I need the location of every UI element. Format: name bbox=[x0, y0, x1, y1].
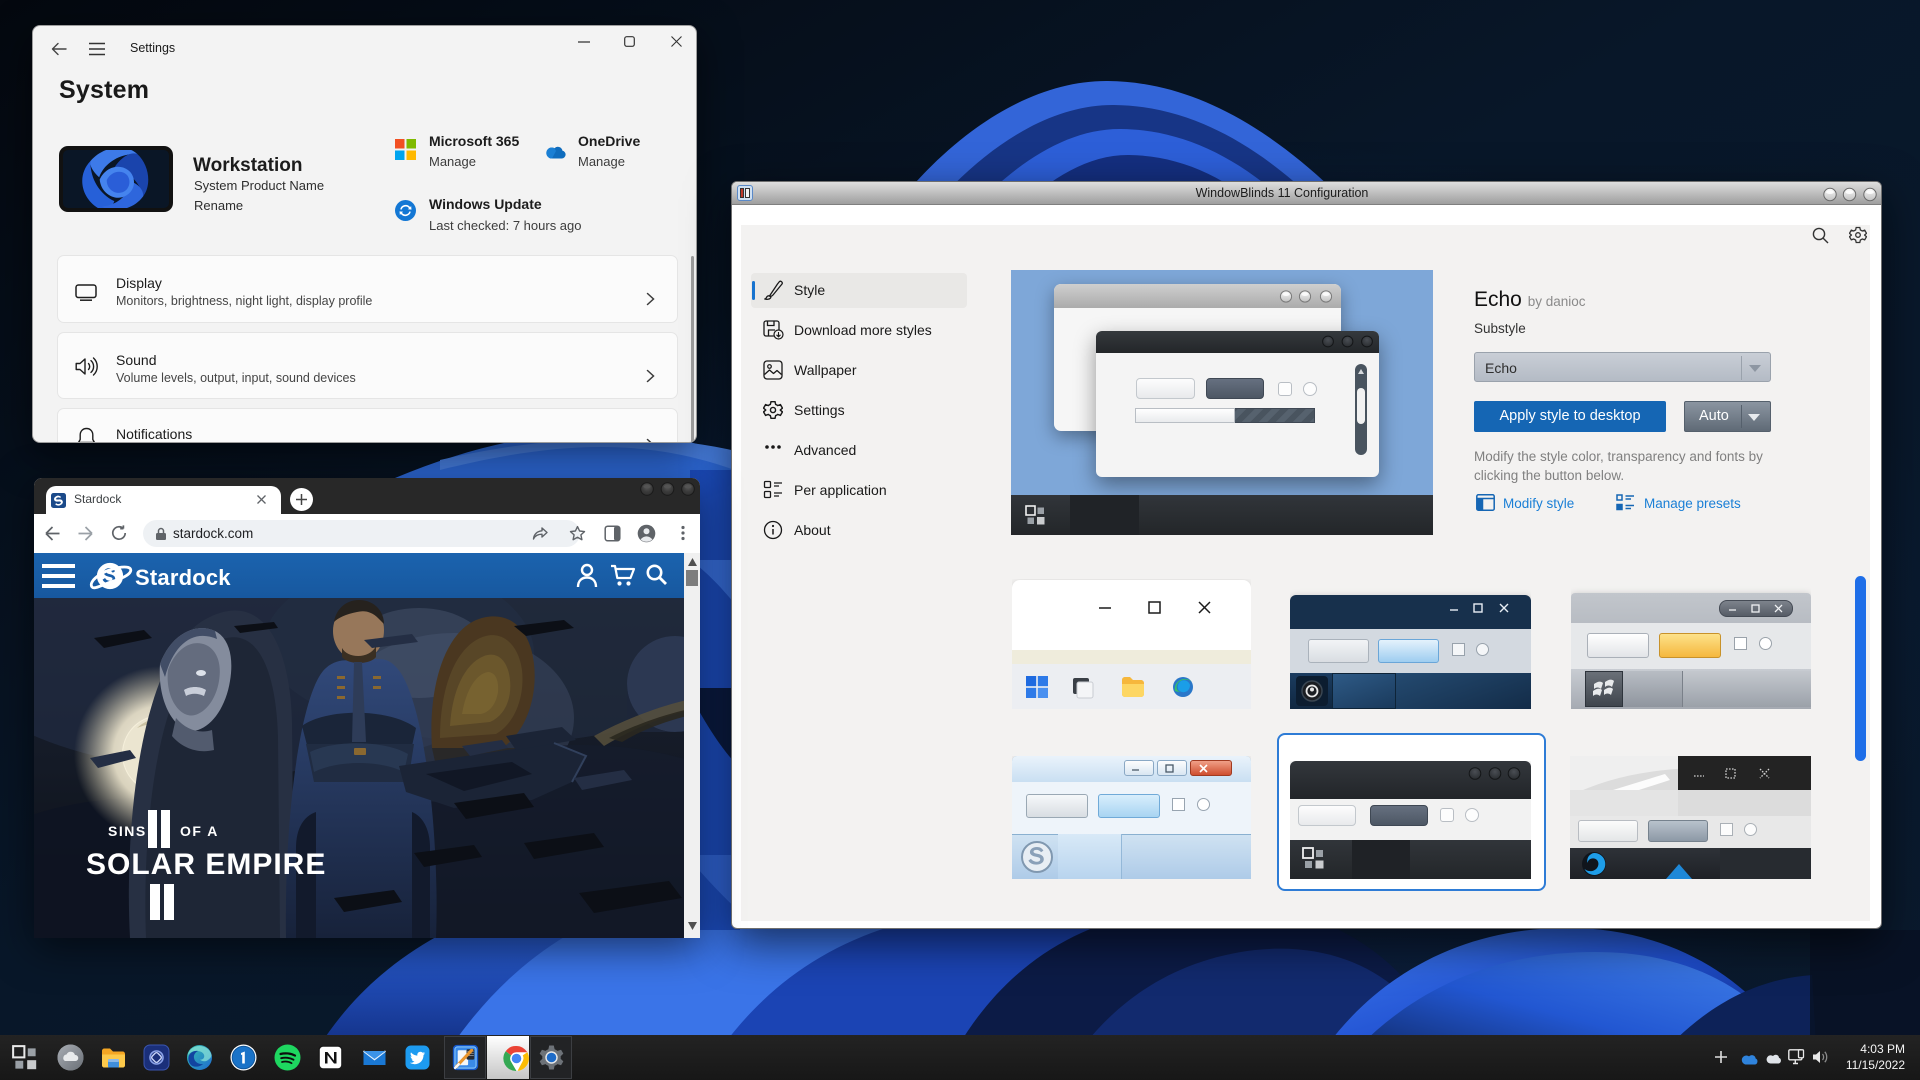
svg-text:SOLAR EMPIRE: SOLAR EMPIRE bbox=[86, 848, 326, 881]
svg-text:SINS: SINS bbox=[108, 823, 147, 839]
svg-text:OF A: OF A bbox=[180, 823, 219, 839]
